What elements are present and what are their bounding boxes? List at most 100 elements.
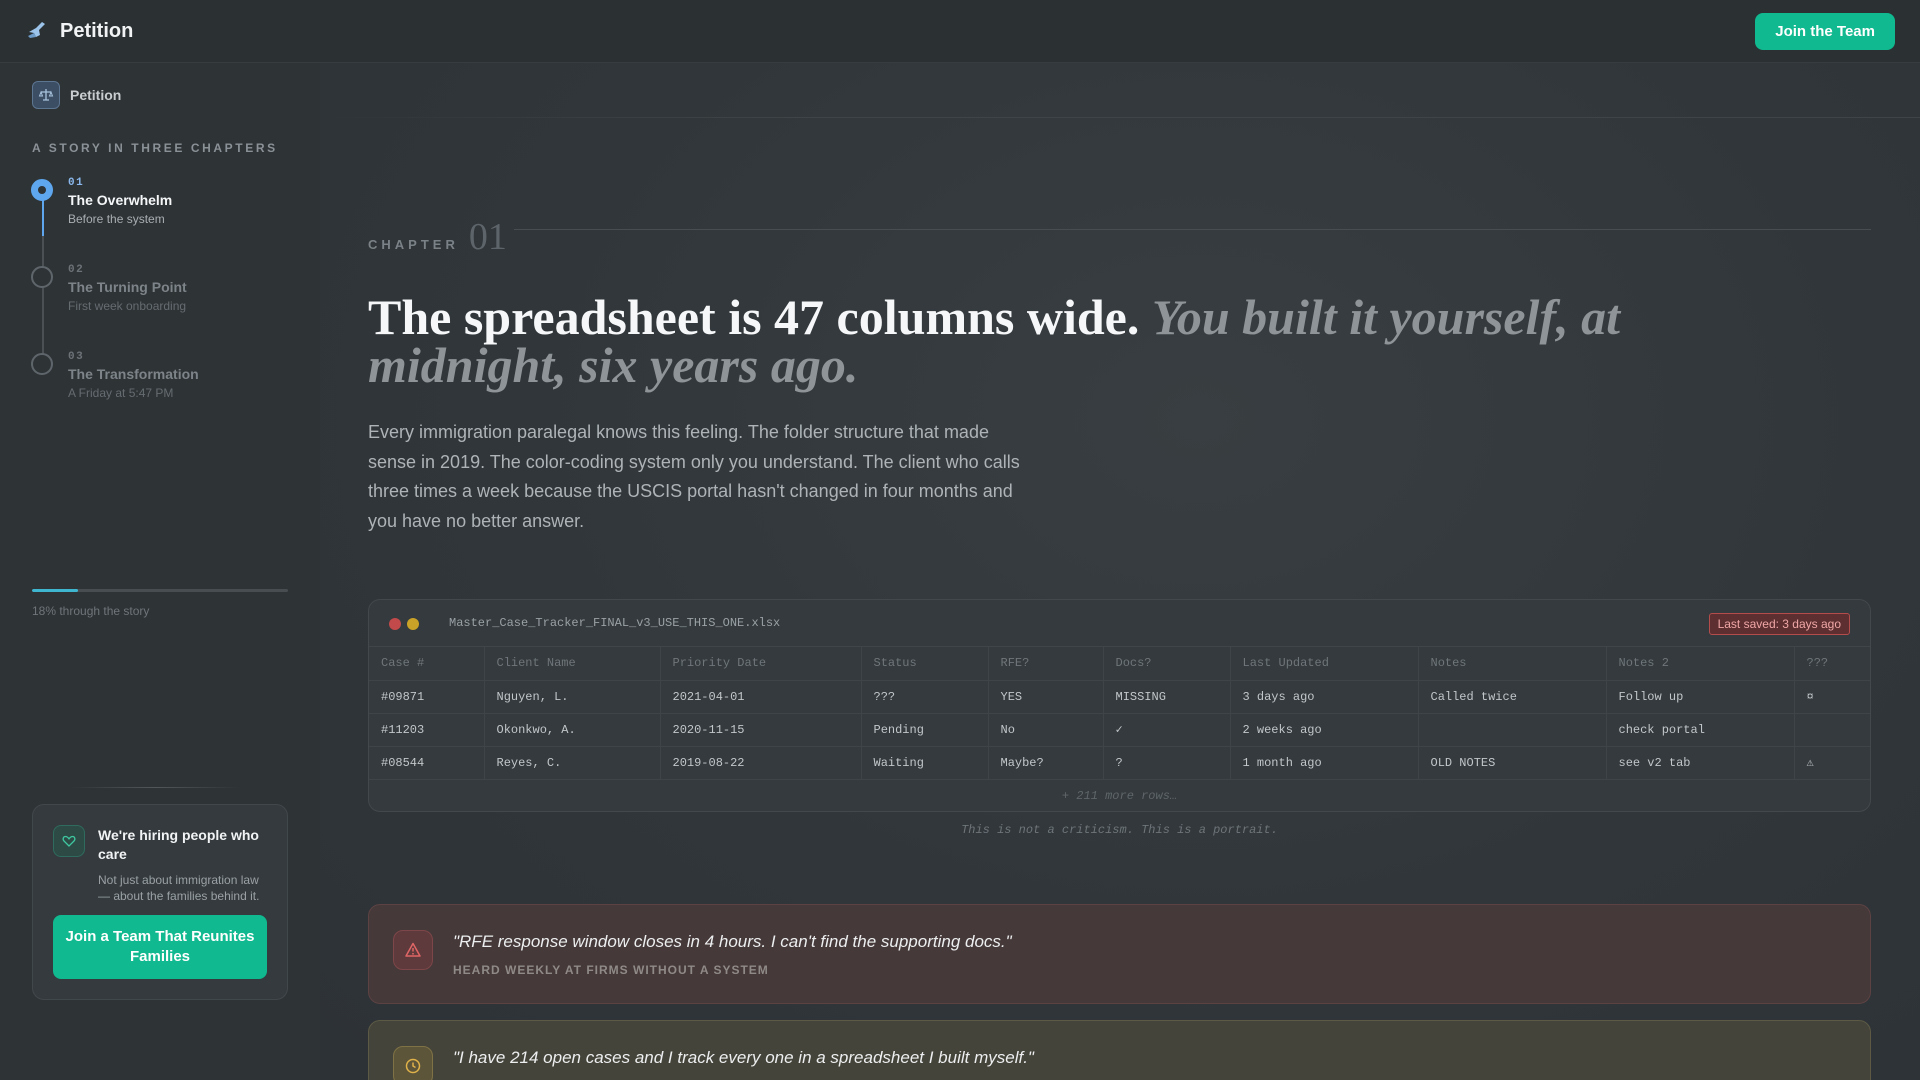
more-rows-note: + 211 more rows… [1061, 788, 1178, 803]
quote-source: HEARD WEEKLY AT FIRMS WITHOUT A SYSTEM [453, 963, 769, 977]
table-cell: ¤ [1794, 680, 1870, 714]
table-cell: 3 days ago [1230, 680, 1419, 714]
quote-text: "I have 214 open cases and I track every… [453, 1048, 1034, 1067]
main-header-divider [320, 117, 1920, 118]
chapter-rule [514, 229, 1871, 230]
table-cell: #08544 [369, 746, 485, 780]
table-cell: ??? [861, 680, 989, 714]
sidebar: Petition A STORY IN THREE CHAPTERS 01 Th… [0, 63, 320, 1080]
table-row: #09871 Nguyen, L. 2021-04-01 ??? YES MIS… [369, 680, 1870, 714]
column-header: ??? [1794, 647, 1870, 681]
story-progress-bar [32, 589, 288, 592]
chapter-nav-item-3[interactable]: 03 The Transformation A Friday at 5:47 P… [31, 351, 291, 411]
clock-icon [393, 1046, 433, 1080]
chapter-word: CHAPTER [368, 237, 459, 252]
spreadsheet-table: Case # Client Name Priority Date Status … [369, 647, 1870, 780]
table-cell: Okonkwo, A. [484, 713, 661, 747]
table-cell: #11203 [369, 713, 485, 747]
chapter-dot [31, 266, 53, 288]
brand-title: Petition [60, 19, 134, 42]
story-progress-label: 18% through the story [32, 604, 150, 618]
spreadsheet-titlebar: Master_Case_Tracker_FINAL_v3_USE_THIS_ON… [369, 600, 1870, 647]
chapter-dot [31, 353, 53, 375]
scales-icon [32, 81, 60, 109]
sidebar-divider [70, 787, 240, 788]
table-cell: #09871 [369, 680, 485, 714]
table-cell: Called twice [1418, 680, 1607, 714]
table-cell: Follow up [1606, 680, 1795, 714]
window-close-dot [389, 618, 401, 630]
chapter-number: 02 [68, 264, 85, 276]
story-eyebrow: A STORY IN THREE CHAPTERS [32, 141, 278, 155]
table-cell: Pending [861, 713, 989, 747]
page-headline: The spreadsheet is 47 columns wide. You … [368, 292, 1828, 390]
table-cell: 1 month ago [1230, 746, 1419, 780]
table-cell: ✓ [1103, 713, 1231, 747]
table-cell: 2019-08-22 [660, 746, 862, 780]
column-header: Case # [369, 647, 485, 681]
quote-card-rfe: "RFE response window closes in 4 hours. … [368, 904, 1871, 1004]
table-cell: MISSING [1103, 680, 1231, 714]
table-cell [1794, 713, 1870, 747]
chapter-subtitle: Before the system [68, 212, 165, 226]
table-header-row: Case # Client Name Priority Date Status … [369, 647, 1870, 681]
brand[interactable]: Petition [26, 18, 133, 45]
chapter-dot-active [31, 179, 53, 201]
sidebar-brand[interactable]: Petition [32, 81, 121, 109]
table-cell [1418, 713, 1607, 747]
chapter-label: CHAPTER 01 [368, 215, 507, 259]
table-cell: check portal [1606, 713, 1795, 747]
window-minimize-dot [407, 618, 419, 630]
join-reunite-families-button[interactable]: Join a Team That Reunites Families [53, 915, 267, 979]
table-cell: Reyes, C. [484, 746, 661, 780]
chapter-title: The Turning Point [68, 279, 187, 295]
table-row: #11203 Okonkwo, A. 2020-11-15 Pending No… [369, 713, 1870, 747]
hiring-text: Not just about immigration law — about t… [98, 873, 260, 903]
column-header: Priority Date [660, 647, 862, 681]
chapter-subtitle: First week onboarding [68, 299, 187, 313]
warning-icon [393, 930, 433, 970]
table-cell: Nguyen, L. [484, 680, 661, 714]
chapter-big-number: 01 [468, 216, 507, 258]
join-team-button[interactable]: Join the Team [1755, 12, 1895, 50]
table-cell: ? [1103, 746, 1231, 780]
quote-card-cases: "I have 214 open cases and I track every… [368, 1020, 1871, 1080]
spreadsheet-filename: Master_Case_Tracker_FINAL_v3_USE_THIS_ON… [449, 616, 781, 630]
column-header: Notes [1418, 647, 1607, 681]
column-header: Last Updated [1230, 647, 1419, 681]
story-progress-fill [32, 589, 79, 592]
table-cell: see v2 tab [1606, 746, 1795, 780]
chapter-number: 03 [68, 351, 85, 363]
chapter-subtitle: A Friday at 5:47 PM [68, 386, 174, 400]
heart-icon [53, 825, 85, 857]
table-cell: 2021-04-01 [660, 680, 862, 714]
last-saved-badge: Last saved: 3 days ago [1708, 613, 1850, 635]
column-header: Status [861, 647, 989, 681]
spreadsheet-mockup: Master_Case_Tracker_FINAL_v3_USE_THIS_ON… [368, 599, 1871, 812]
table-cell: 2020-11-15 [660, 713, 862, 747]
chapter-number: 01 [68, 177, 85, 189]
hiring-card: We're hiring people who care Not just ab… [32, 804, 288, 1000]
column-header: RFE? [988, 647, 1104, 681]
sidebar-brand-label: Petition [70, 87, 122, 103]
table-cell: Maybe? [988, 746, 1104, 780]
chapter-nav-item-2[interactable]: 02 The Turning Point First week onboardi… [31, 264, 291, 324]
column-header: Notes 2 [1606, 647, 1795, 681]
table-cell: OLD NOTES [1418, 746, 1607, 780]
column-header: Docs? [1103, 647, 1231, 681]
lede-paragraph: Every immigration paralegal knows this f… [368, 422, 1020, 531]
top-bar: Petition Join the Team [0, 0, 1920, 63]
table-cell: 2 weeks ago [1230, 713, 1419, 747]
hiring-title: We're hiring people who care [98, 827, 259, 862]
chapter-title: The Overwhelm [68, 192, 173, 208]
table-cell: ⚠ [1794, 746, 1870, 780]
chapter-nav-item-1[interactable]: 01 The Overwhelm Before the system [31, 177, 291, 237]
column-header: Client Name [484, 647, 661, 681]
spreadsheet-caption: This is not a criticism. This is a portr… [961, 823, 1278, 837]
table-row: #08544 Reyes, C. 2019-08-22 Waiting Mayb… [369, 746, 1870, 780]
table-cell: YES [988, 680, 1104, 714]
quote-text: "RFE response window closes in 4 hours. … [453, 932, 1012, 951]
chapter-title: The Transformation [68, 366, 199, 382]
table-cell: Waiting [861, 746, 989, 780]
logo-icon [26, 18, 48, 45]
